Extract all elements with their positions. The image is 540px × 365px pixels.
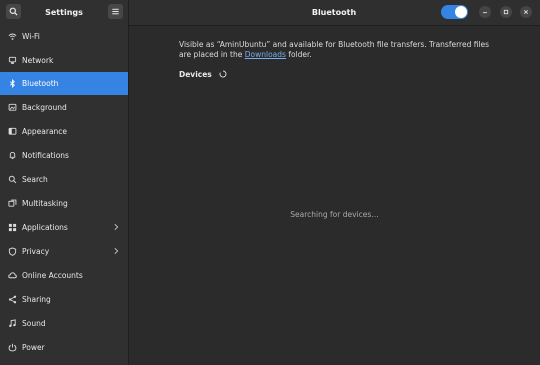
sidebar-item-sharing[interactable]: Sharing xyxy=(0,288,128,311)
bluetooth-toggle[interactable] xyxy=(441,5,468,19)
sidebar-item-applications[interactable]: Applications xyxy=(0,216,128,239)
cloud-icon xyxy=(7,271,17,281)
sidebar-item-label: Search xyxy=(22,175,48,184)
sidebar-item-label: Sound xyxy=(22,319,46,328)
sidebar-item-privacy[interactable]: Privacy xyxy=(0,240,128,263)
devices-label: Devices xyxy=(179,69,212,79)
minimize-icon xyxy=(483,12,487,14)
app-title: Settings xyxy=(45,8,83,17)
sidebar-item-background[interactable]: Background xyxy=(0,96,128,119)
sidebar-item-label: Sharing xyxy=(22,295,51,304)
bluetooth-icon xyxy=(7,79,17,89)
sidebar-item-power[interactable]: Power xyxy=(0,336,128,359)
info-text-suffix: folder. xyxy=(285,50,312,59)
chevron-right-icon xyxy=(114,247,119,255)
sidebar-item-search[interactable]: Search xyxy=(0,168,128,191)
devices-header: Devices xyxy=(179,68,227,80)
background-icon xyxy=(7,103,17,113)
multitasking-icon xyxy=(7,199,17,209)
wifi-icon xyxy=(7,32,17,42)
sidebar-item-online-accounts[interactable]: Online Accounts xyxy=(0,264,128,287)
applications-icon xyxy=(7,223,17,233)
search-button[interactable] xyxy=(6,4,21,19)
maximize-button[interactable] xyxy=(500,6,512,18)
search-icon xyxy=(7,175,17,185)
header-bar: Settings Bluetooth xyxy=(0,0,540,26)
close-button[interactable] xyxy=(520,6,532,18)
music-note-icon xyxy=(7,319,17,329)
page-title: Bluetooth xyxy=(311,8,357,17)
appearance-icon xyxy=(7,127,17,137)
search-icon xyxy=(9,7,18,16)
info-text: Visible as “AminUbuntu” and available fo… xyxy=(179,40,490,59)
sidebar-header: Settings xyxy=(0,0,129,25)
toggle-knob xyxy=(455,6,467,18)
visibility-info: Visible as “AminUbuntu” and available fo… xyxy=(179,40,499,60)
power-icon xyxy=(7,343,17,353)
sidebar-item-sound[interactable]: Sound xyxy=(0,312,128,335)
sidebar: Wi-Fi Network Bluetooth Background Appea… xyxy=(0,25,129,365)
network-icon xyxy=(7,56,17,66)
chevron-right-icon xyxy=(114,223,119,231)
main-menu-button[interactable] xyxy=(108,4,123,19)
privacy-icon xyxy=(7,247,17,257)
sidebar-item-label: Privacy xyxy=(22,247,50,256)
sidebar-item-multitasking[interactable]: Multitasking xyxy=(0,192,128,215)
main-content: Visible as “AminUbuntu” and available fo… xyxy=(129,26,540,365)
sidebar-item-appearance[interactable]: Appearance xyxy=(0,120,128,143)
sidebar-item-label: Appearance xyxy=(22,127,68,136)
sidebar-item-label: Online Accounts xyxy=(22,271,83,280)
sidebar-item-label: Applications xyxy=(22,223,68,232)
sidebar-item-label: Background xyxy=(22,103,67,112)
close-icon xyxy=(523,9,529,15)
sidebar-item-label: Wi-Fi xyxy=(22,32,40,41)
share-icon xyxy=(7,295,17,305)
bell-icon xyxy=(7,151,17,161)
sidebar-item-label: Multitasking xyxy=(22,199,68,208)
sidebar-item-label: Power xyxy=(22,343,45,352)
hamburger-menu-icon xyxy=(112,8,119,15)
minimize-button[interactable] xyxy=(479,6,491,18)
sidebar-item-label: Network xyxy=(22,56,54,65)
maximize-icon xyxy=(503,9,509,15)
downloads-link[interactable]: Downloads xyxy=(245,50,286,59)
sidebar-item-label: Notifications xyxy=(22,151,69,160)
sidebar-item-wifi[interactable]: Wi-Fi xyxy=(0,25,128,48)
sidebar-item-network[interactable]: Network xyxy=(0,49,128,72)
spinner-icon xyxy=(219,70,227,78)
searching-status: Searching for devices… xyxy=(290,210,379,219)
sidebar-item-label: Bluetooth xyxy=(22,79,59,88)
sidebar-item-notifications[interactable]: Notifications xyxy=(0,144,128,167)
sidebar-item-bluetooth[interactable]: Bluetooth xyxy=(0,72,128,95)
